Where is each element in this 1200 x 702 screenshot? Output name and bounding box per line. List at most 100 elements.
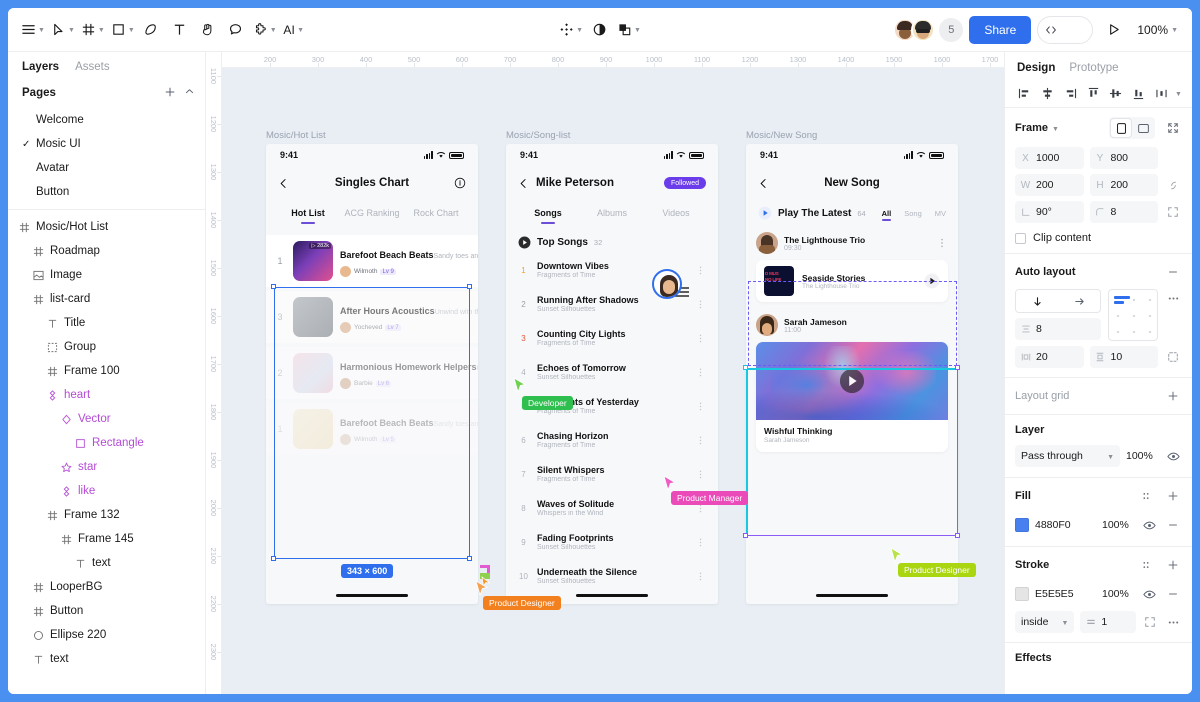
- layer-item-text[interactable]: text: [8, 647, 205, 671]
- filter-all[interactable]: All: [881, 209, 892, 221]
- frame-label[interactable]: Mosic/New Song: [746, 130, 817, 141]
- song-list-item[interactable]: 3 Counting City Lights Fragments of Time: [506, 321, 718, 355]
- canvas-viewport[interactable]: Mosic/Hot List 9:41 Singles Chart Hot Li…: [222, 68, 1004, 694]
- collaborator-count[interactable]: 5: [939, 17, 964, 42]
- clip-content-row[interactable]: Clip content: [1015, 232, 1182, 244]
- direction-horizontal-button[interactable]: [1058, 290, 1100, 312]
- width-field[interactable]: W 200: [1015, 174, 1084, 196]
- fill-color-swatch[interactable]: [1015, 518, 1029, 532]
- frame-mosic-new-song[interactable]: 9:41 New Song Play The Latest 64 All Son…: [746, 144, 958, 604]
- present-button[interactable]: [1099, 15, 1127, 45]
- collapse-pages-icon[interactable]: [184, 86, 195, 100]
- page-item-mosic-ui[interactable]: ✓ Mosic UI: [8, 132, 205, 156]
- layer-item-frame-145[interactable]: Frame 145: [8, 527, 205, 551]
- stroke-opacity-value[interactable]: 100%: [1102, 588, 1134, 600]
- post-item[interactable]: Sarah Jameson 11:00 Wishful Thinking Sar…: [746, 310, 958, 460]
- song-list-item[interactable]: 6 Chasing Horizon Fragments of Time: [506, 423, 718, 457]
- remove-auto-layout-button[interactable]: [1164, 263, 1182, 281]
- stroke-color-swatch[interactable]: [1015, 587, 1029, 601]
- selection-handle[interactable]: [467, 284, 472, 289]
- layer-item-heart[interactable]: heart: [8, 383, 205, 407]
- portrait-button[interactable]: [1111, 119, 1131, 137]
- layer-visibility-icon[interactable]: [1164, 447, 1182, 465]
- selection-handle[interactable]: [271, 284, 276, 289]
- layer-item-button[interactable]: Button: [8, 599, 205, 623]
- layer-item-vector[interactable]: Vector: [8, 407, 205, 431]
- pen-tool-button[interactable]: [138, 15, 166, 45]
- layer-item-like[interactable]: like: [8, 479, 205, 503]
- frame-label[interactable]: Mosic/Hot List: [266, 130, 326, 141]
- vertical-padding-field[interactable]: 10: [1089, 346, 1158, 368]
- stroke-hex-value[interactable]: E5E5E5: [1035, 588, 1096, 600]
- clip-content-checkbox[interactable]: [1015, 232, 1026, 244]
- layer-item-group[interactable]: Group: [8, 335, 205, 359]
- align-top-button[interactable]: [1084, 84, 1103, 103]
- stroke-weight-field[interactable]: 1: [1080, 611, 1136, 633]
- add-stroke-button[interactable]: [1164, 556, 1182, 574]
- text-tool-button[interactable]: [166, 15, 194, 45]
- play-latest-label[interactable]: Play The Latest: [778, 208, 851, 219]
- align-horizontal-center-button[interactable]: [1038, 84, 1057, 103]
- frame-tab-acg-ranking[interactable]: ACG Ranking: [340, 208, 404, 218]
- distribute-menu-button[interactable]: [1152, 84, 1171, 103]
- ai-tool-button[interactable]: AI ▼: [280, 15, 308, 45]
- layer-item-frame-100[interactable]: Frame 100: [8, 359, 205, 383]
- rotation-field[interactable]: 90°: [1015, 201, 1084, 223]
- components-tool-button[interactable]: ▼: [556, 15, 586, 45]
- song-list-item[interactable]: 3 After Hours AcousticsUnwind with these …: [266, 291, 478, 343]
- selection-handle[interactable]: [955, 365, 960, 370]
- stroke-more-options[interactable]: [1165, 613, 1182, 631]
- follow-button[interactable]: Followed: [663, 177, 706, 189]
- lock-aspect-ratio-icon[interactable]: [1164, 176, 1182, 194]
- tab-prototype[interactable]: Prototype: [1069, 62, 1118, 74]
- layer-item-star[interactable]: star: [8, 455, 205, 479]
- move-tool-button[interactable]: ▼: [48, 15, 78, 45]
- frame-tab-hot-list[interactable]: Hot List: [276, 208, 340, 218]
- main-menu-button[interactable]: ▼: [18, 15, 48, 45]
- fill-hex-value[interactable]: 4880F0: [1035, 519, 1096, 531]
- align-left-button[interactable]: [1015, 84, 1034, 103]
- frame-mosic-hot-list[interactable]: 9:41 Singles Chart Hot List ACG Ranking Ro…: [266, 144, 478, 604]
- direction-vertical-button[interactable]: [1016, 290, 1058, 312]
- layer-item-rectangle[interactable]: Rectangle: [8, 431, 205, 455]
- x-field[interactable]: X 1000: [1015, 147, 1084, 169]
- page-item-welcome[interactable]: Welcome: [8, 108, 205, 132]
- align-right-button[interactable]: [1061, 84, 1080, 103]
- resize-to-fit-icon[interactable]: [1164, 119, 1182, 137]
- add-fill-button[interactable]: [1164, 487, 1182, 505]
- song-list-item[interactable]: 1 Barefoot Beach BeatsSandy toes and sun-…: [266, 403, 478, 455]
- song-list-item[interactable]: 1 Downtown Vibes Fragments of Time: [506, 253, 718, 287]
- blend-mode-select[interactable]: Pass through ▼: [1015, 445, 1120, 467]
- fill-opacity-value[interactable]: 100%: [1102, 519, 1134, 531]
- layer-item-looperbg[interactable]: LooperBG: [8, 575, 205, 599]
- video-card[interactable]: Wishful Thinking Sarah Jameson: [756, 342, 948, 452]
- add-page-button[interactable]: [164, 86, 176, 101]
- individual-padding-icon[interactable]: [1164, 348, 1182, 366]
- stroke-styles-icon[interactable]: [1137, 556, 1155, 574]
- layer-opacity-value[interactable]: 100%: [1126, 450, 1158, 462]
- tab-assets[interactable]: Assets: [75, 61, 110, 73]
- remove-fill-button[interactable]: [1164, 516, 1182, 534]
- filter-mv[interactable]: MV: [935, 209, 946, 218]
- landscape-button[interactable]: [1133, 119, 1153, 137]
- avatar[interactable]: [911, 17, 936, 42]
- song-list-item[interactable]: 10 Underneath the Silence Sunset Silhouett…: [506, 559, 718, 593]
- song-list-item[interactable]: 7 Silent Whispers Fragments of Time: [506, 457, 718, 491]
- page-item-avatar[interactable]: Avatar: [8, 156, 205, 180]
- independent-corners-icon[interactable]: [1164, 203, 1182, 221]
- layer-item-roadmap[interactable]: Roadmap: [8, 239, 205, 263]
- layer-item-title[interactable]: Title: [8, 311, 205, 335]
- frame-tool-button[interactable]: ▼: [78, 15, 108, 45]
- add-layout-grid-button[interactable]: [1164, 387, 1182, 405]
- chevron-down-icon[interactable]: ▼: [1052, 126, 1059, 133]
- selection-handle[interactable]: [467, 556, 472, 561]
- frame-tab-videos[interactable]: Videos: [644, 208, 708, 218]
- tab-layers[interactable]: Layers: [22, 61, 59, 73]
- layer-item-text[interactable]: text: [8, 551, 205, 575]
- song-list-item[interactable]: 9 Fading Footprints Sunset Silhouettes: [506, 525, 718, 559]
- corner-radius-field[interactable]: 8: [1089, 201, 1158, 223]
- song-list-item[interactable]: 4 Echoes of Tomorrow Sunset Silhouettes: [506, 355, 718, 389]
- tab-design[interactable]: Design: [1017, 62, 1055, 74]
- song-list-item[interactable]: 2 Harmonious Homework HelpersCalm tunes t…: [266, 347, 478, 399]
- contrast-tool-button[interactable]: [586, 15, 614, 45]
